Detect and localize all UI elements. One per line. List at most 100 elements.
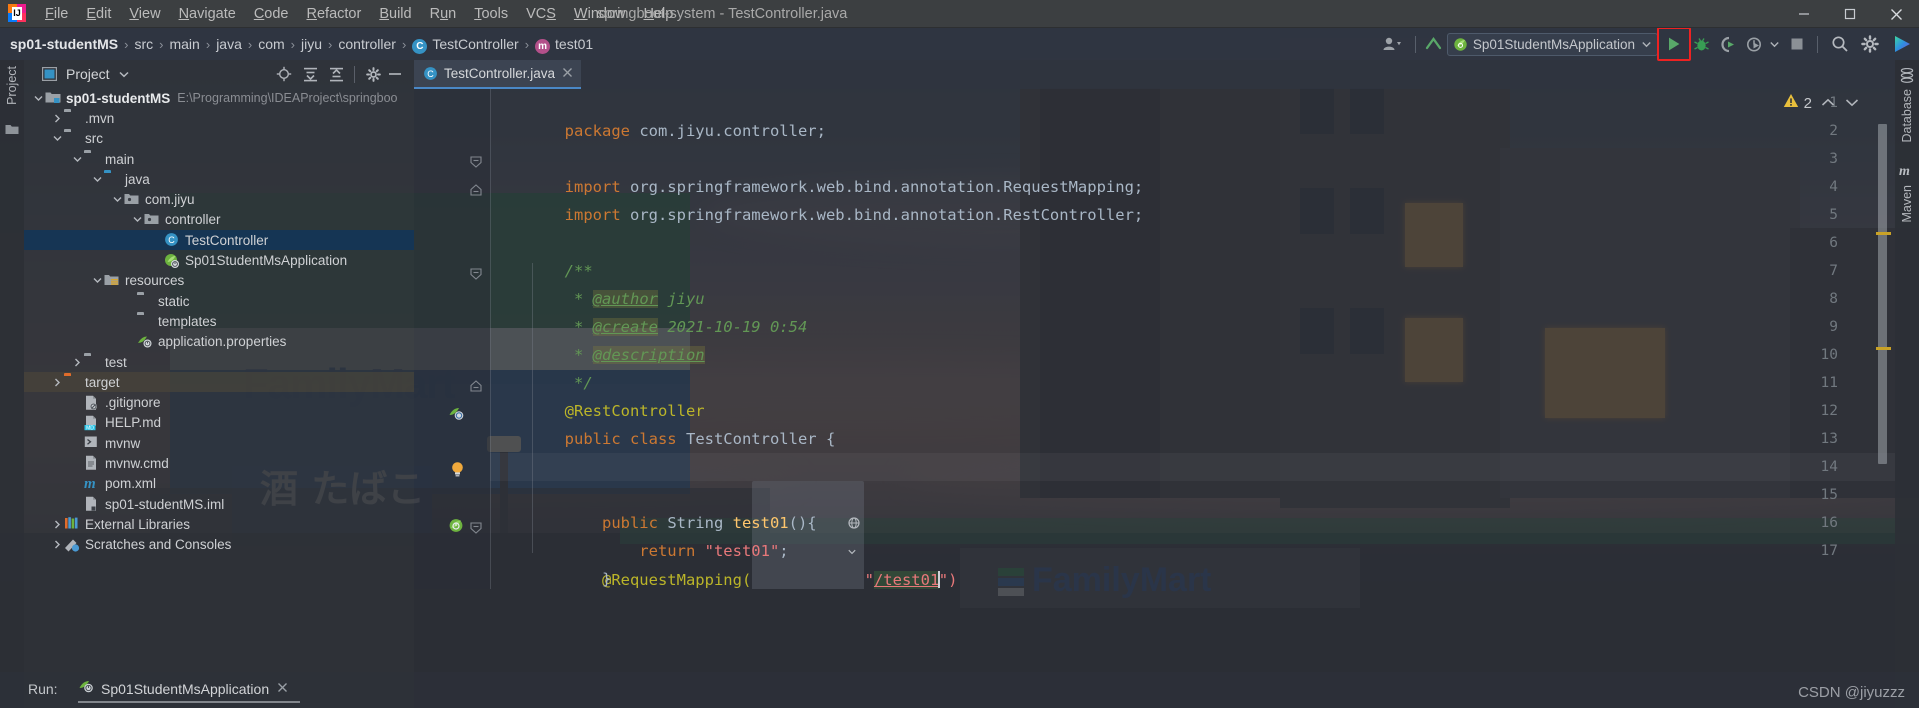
tree-node-com-jiyu[interactable]: com.jiyu	[24, 189, 414, 209]
chevron-down-icon[interactable]	[1845, 94, 1859, 112]
debug-button[interactable]	[1688, 31, 1715, 57]
chevron-right-icon[interactable]	[51, 112, 64, 125]
tree-node-resources[interactable]: resources	[24, 271, 414, 291]
tool-window-button-project[interactable]: Project	[5, 66, 19, 105]
panel-settings-button[interactable]	[362, 63, 384, 85]
breadcrumb-item-main[interactable]: main	[169, 36, 199, 52]
chevron-right-icon[interactable]	[71, 356, 84, 369]
error-stripe-mark[interactable]	[1876, 232, 1891, 235]
tree-node-controller[interactable]: controller	[24, 210, 414, 230]
breadcrumb-item-project[interactable]: sp01-studentMS	[10, 36, 118, 52]
intention-bulb-icon[interactable]	[450, 461, 467, 478]
breadcrumb-item-src[interactable]: src	[134, 36, 153, 52]
tree-node-templates[interactable]: templates	[24, 311, 414, 331]
run-coverage-button[interactable]	[1715, 31, 1742, 57]
menu-view[interactable]: View	[120, 3, 169, 25]
chevron-down-icon[interactable]	[51, 132, 64, 145]
chevron-down-icon[interactable]	[131, 213, 144, 226]
editor-tab-testcontroller[interactable]: C TestController.java	[414, 60, 582, 89]
breadcrumb-item-java[interactable]: java	[216, 36, 242, 52]
menu-file[interactable]: File	[36, 3, 77, 25]
breadcrumb-item-com[interactable]: com	[258, 36, 284, 52]
menu-build[interactable]: Build	[370, 3, 420, 25]
menu-vcs[interactable]: VCS	[517, 3, 565, 25]
chevron-down-icon[interactable]	[111, 193, 124, 206]
tree-node-sp01-studentms[interactable]: sp01-studentMS E:\Programming\IDEAProjec…	[24, 88, 414, 108]
error-stripe-mark[interactable]	[1876, 347, 1891, 350]
close-button[interactable]	[1873, 0, 1919, 28]
menu-code[interactable]: Code	[245, 3, 298, 25]
fold-marker-end[interactable]	[470, 379, 483, 392]
tree-node-target[interactable]: target	[24, 372, 414, 393]
chevron-down-icon[interactable]	[1642, 35, 1651, 53]
run-configuration-selector[interactable]: Sp01StudentMsApplication	[1446, 32, 1658, 56]
search-icon[interactable]	[1825, 31, 1855, 57]
chevron-right-icon[interactable]	[51, 376, 64, 389]
run-tab[interactable]: Sp01StudentMsApplication	[78, 678, 288, 699]
tree-node-src[interactable]: src	[24, 129, 414, 149]
chevron-right-icon[interactable]	[51, 518, 64, 531]
spring-mapping-icon[interactable]	[448, 517, 465, 534]
tree-node-java[interactable]: java	[24, 169, 414, 189]
gear-icon[interactable]	[1855, 31, 1885, 57]
maximize-button[interactable]	[1827, 0, 1873, 28]
chevron-down-icon[interactable]	[71, 153, 84, 166]
fold-marker-collapse[interactable]	[470, 267, 483, 280]
chevron-down-icon[interactable]	[119, 65, 129, 83]
colorful-play-icon[interactable]	[1885, 31, 1919, 57]
chevron-down-icon[interactable]	[32, 92, 45, 105]
collapse-all-button[interactable]	[325, 63, 347, 85]
chevron-up-icon[interactable]	[1821, 94, 1835, 112]
tree-node-scratches-and-consoles[interactable]: Scratches and Consoles	[24, 535, 414, 555]
tree-node-iml[interactable]: sp01-studentMS.iml	[24, 494, 414, 514]
minimize-button[interactable]	[1781, 0, 1827, 28]
tree-node-main[interactable]: main	[24, 149, 414, 169]
maven-m-icon[interactable]: m	[1899, 164, 1910, 180]
tree-node-pom-xml[interactable]: m pom.xml	[24, 474, 414, 494]
run-button[interactable]	[1657, 27, 1691, 61]
tree-node-mvn[interactable]: .mvn	[24, 108, 414, 128]
chevron-right-icon[interactable]	[51, 538, 64, 551]
tree-node-sp01studentmsapplication[interactable]: Sp01StudentMsApplication	[24, 250, 414, 270]
locate-file-button[interactable]	[273, 63, 295, 85]
code-editor[interactable]: 1 2 3 4 5 6 7 8 9 10 11 12 13 14 15 16 1…	[414, 89, 1895, 589]
project-tree[interactable]: sp01-studentMS E:\Programming\IDEAProjec…	[24, 88, 414, 583]
tool-window-button-maven[interactable]: Maven	[1900, 185, 1914, 223]
menu-edit[interactable]: Edit	[77, 3, 120, 25]
tree-node-testcontroller[interactable]: C TestController	[24, 230, 414, 251]
expand-all-button[interactable]	[299, 63, 321, 85]
profiler-button[interactable]	[1742, 31, 1766, 57]
tree-node-application-properties[interactable]: application.properties	[24, 332, 414, 352]
close-icon[interactable]	[277, 680, 288, 698]
breadcrumb-item-controller[interactable]: controller	[338, 36, 396, 52]
tree-node-gitignore[interactable]: .gitignore	[24, 392, 414, 412]
tree-node-static[interactable]: static	[24, 291, 414, 311]
spring-bean-icon[interactable]	[448, 405, 465, 422]
tree-node-mvnw-cmd[interactable]: mvnw.cmd	[24, 453, 414, 473]
hide-panel-button[interactable]	[384, 63, 406, 85]
tool-window-button-database[interactable]: Database	[1900, 89, 1914, 143]
fold-marker-collapse[interactable]	[470, 155, 483, 168]
profiler-dropdown-icon[interactable]	[1766, 31, 1783, 57]
menu-tools[interactable]: Tools	[465, 3, 517, 25]
stop-button[interactable]	[1783, 31, 1810, 57]
fold-marker-end[interactable]	[470, 183, 483, 196]
breadcrumb-item-testcontroller[interactable]: TestController	[432, 36, 518, 52]
tree-node-help-md[interactable]: MD HELP.md	[24, 413, 414, 433]
chevron-down-icon[interactable]	[91, 274, 104, 287]
menu-navigate[interactable]: Navigate	[170, 3, 245, 25]
tree-node-mvnw[interactable]: mvnw	[24, 433, 414, 453]
tree-node-external-libraries[interactable]: External Libraries	[24, 514, 414, 534]
menu-run[interactable]: Run	[421, 3, 466, 25]
structure-folder-icon[interactable]	[5, 122, 19, 140]
breadcrumb-item-jiyu[interactable]: jiyu	[301, 36, 322, 52]
editor-scrollbar[interactable]	[1878, 124, 1887, 464]
tree-node-test[interactable]: test	[24, 352, 414, 372]
chevron-down-icon[interactable]	[91, 173, 104, 186]
close-icon[interactable]	[562, 65, 573, 83]
fold-marker-collapse[interactable]	[470, 521, 483, 534]
breadcrumb-item-test01[interactable]: test01	[555, 36, 593, 52]
inspection-widget[interactable]: 2	[1783, 93, 1859, 113]
database-icon[interactable]	[1900, 67, 1914, 88]
menu-refactor[interactable]: Refactor	[298, 3, 371, 25]
